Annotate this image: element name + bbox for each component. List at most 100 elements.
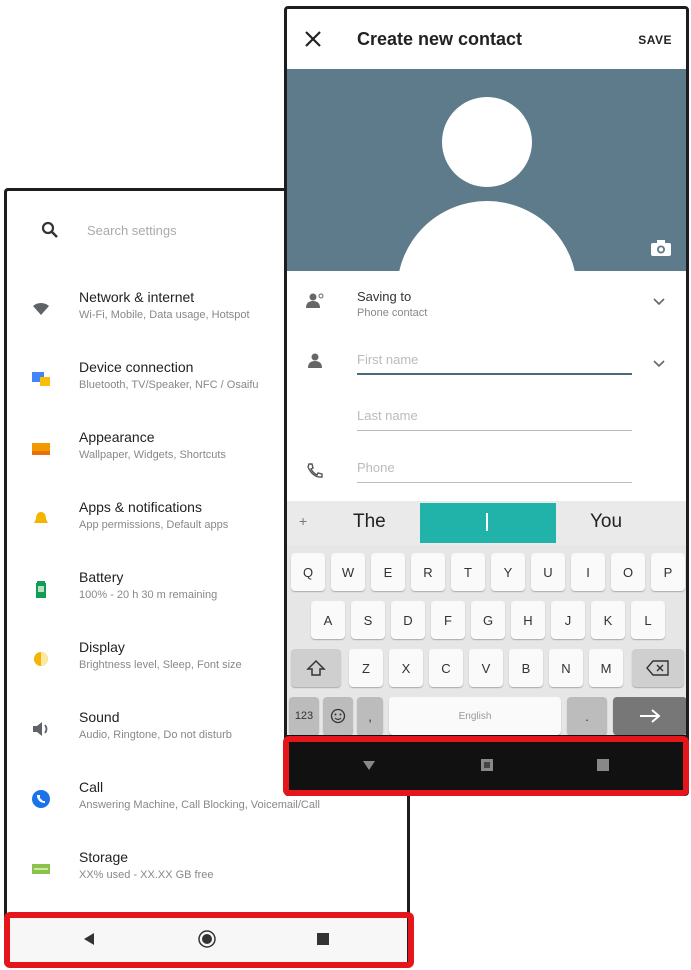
settings-item-subtitle: Wi-Fi, Mobile, Data usage, Hotspot: [79, 309, 250, 321]
contact-photo[interactable]: [287, 69, 686, 271]
key-f[interactable]: F: [431, 601, 465, 639]
settings-item-title: Battery: [79, 569, 124, 585]
last-name-input[interactable]: [357, 401, 632, 430]
settings-item-title: Storage: [79, 849, 129, 865]
settings-item-title: Display: [79, 639, 125, 655]
settings-item-title: Apps & notifications: [79, 499, 202, 515]
phone-field[interactable]: [357, 453, 632, 483]
search-icon: [41, 221, 58, 238]
call-icon: [32, 790, 50, 808]
battery-icon: [36, 581, 46, 598]
enter-key[interactable]: [613, 697, 686, 735]
key-v[interactable]: V: [469, 649, 503, 687]
comma-key[interactable]: ,: [357, 697, 383, 735]
save-button[interactable]: SAVE: [638, 33, 672, 47]
phone-row: [287, 453, 686, 493]
settings-item-subtitle: Audio, Ringtone, Do not disturb: [79, 729, 232, 741]
key-p[interactable]: P: [651, 553, 685, 591]
key-m[interactable]: M: [589, 649, 623, 687]
settings-item-title: Appearance: [79, 429, 155, 445]
first-name-field[interactable]: [357, 345, 632, 375]
key-i[interactable]: I: [571, 553, 605, 591]
key-r[interactable]: R: [411, 553, 445, 591]
person-icon: [308, 353, 322, 368]
key-c[interactable]: C: [429, 649, 463, 687]
navigation-bar-highlight: [4, 912, 414, 968]
key-b[interactable]: B: [509, 649, 543, 687]
period-key[interactable]: .: [567, 697, 607, 735]
phone-icon: [307, 463, 323, 478]
key-d[interactable]: D: [391, 601, 425, 639]
key-w[interactable]: W: [331, 553, 365, 591]
expand-name-icon[interactable]: [652, 359, 666, 369]
key-t[interactable]: T: [451, 553, 485, 591]
key-a[interactable]: A: [311, 601, 345, 639]
phone-input[interactable]: [357, 453, 632, 482]
camera-icon[interactable]: [650, 239, 672, 257]
keyboard-navigation-bar-highlight: [283, 736, 689, 796]
suggestion-2-label: [486, 513, 488, 531]
key-l[interactable]: L: [631, 601, 665, 639]
arrow-right-icon: [640, 709, 661, 723]
key-g[interactable]: G: [471, 601, 505, 639]
emoji-icon: [330, 708, 346, 724]
suggestion-1[interactable]: The: [353, 511, 386, 533]
key-x[interactable]: X: [389, 649, 423, 687]
key-j[interactable]: J: [551, 601, 585, 639]
keyboard-row-2: A S D F G H J K L: [287, 597, 686, 643]
contact-phone: Create new contact SAVE Saving to Phone …: [284, 6, 689, 796]
settings-item-subtitle: Bluetooth, TV/Speaker, NFC / Osaifu: [79, 379, 259, 391]
key-n[interactable]: N: [549, 649, 583, 687]
settings-item-subtitle: App permissions, Default apps: [79, 519, 229, 531]
suggestion-plus-icon[interactable]: +: [299, 513, 307, 529]
account-icon: [306, 293, 324, 308]
shift-key[interactable]: [291, 649, 341, 687]
avatar-head: [442, 97, 532, 187]
key-u[interactable]: U: [531, 553, 565, 591]
backspace-key[interactable]: [632, 649, 684, 687]
settings-item-subtitle: Brightness level, Sleep, Font size: [79, 659, 242, 671]
space-key[interactable]: English: [389, 697, 561, 735]
emoji-key[interactable]: [323, 697, 353, 735]
settings-item-title: Device connection: [79, 359, 194, 375]
suggestion-2[interactable]: [420, 503, 556, 543]
apps-notifications-icon: [34, 512, 48, 523]
suggestion-3[interactable]: You: [590, 511, 622, 533]
settings-item-title: Network & internet: [79, 289, 195, 305]
key-z[interactable]: Z: [349, 649, 383, 687]
key-q[interactable]: Q: [291, 553, 325, 591]
key-y[interactable]: Y: [491, 553, 525, 591]
on-screen-keyboard: + The You Q W E R T Y U I O P A S D F G …: [287, 501, 686, 741]
settings-item-subtitle: XX% used - XX.XX GB free: [79, 869, 214, 881]
settings-item-title: Sound: [79, 709, 120, 725]
key-k[interactable]: K: [591, 601, 625, 639]
backspace-icon: [646, 660, 669, 676]
saving-to-row[interactable]: Saving to Phone contact: [287, 289, 686, 329]
chevron-down-icon: [653, 298, 665, 306]
storage-icon: [32, 864, 50, 874]
page-title: Create new contact: [357, 29, 523, 49]
shift-icon: [306, 659, 326, 676]
key-e[interactable]: E: [371, 553, 405, 591]
settings-item-storage[interactable]: Storage XX% used - XX.XX GB free: [7, 839, 407, 909]
close-icon[interactable]: [301, 27, 325, 51]
saving-to-label: Saving to: [357, 289, 412, 304]
key-s[interactable]: S: [351, 601, 385, 639]
device-connection-icon: [32, 372, 50, 386]
saving-to-value: Phone contact: [357, 307, 428, 319]
name-row: [287, 345, 686, 385]
app-bar: Create new contact SAVE: [287, 9, 686, 69]
search-placeholder: Search settings: [87, 223, 177, 238]
suggestion-bar: + The You: [287, 501, 686, 545]
settings-item-subtitle: 100% - 20 h 30 m remaining: [79, 589, 218, 601]
numbers-key[interactable]: 123: [289, 697, 319, 735]
keyboard-row-4: 123 , English .: [287, 693, 686, 739]
key-o[interactable]: O: [611, 553, 645, 591]
settings-item-subtitle: Answering Machine, Call Blocking, Voicem…: [79, 799, 320, 811]
first-name-input[interactable]: [357, 345, 632, 373]
last-name-row: [287, 401, 686, 441]
keyboard-row-1: Q W E R T Y U I O P: [287, 549, 686, 595]
display-icon: [34, 652, 48, 666]
key-h[interactable]: H: [511, 601, 545, 639]
last-name-field[interactable]: [357, 401, 632, 431]
